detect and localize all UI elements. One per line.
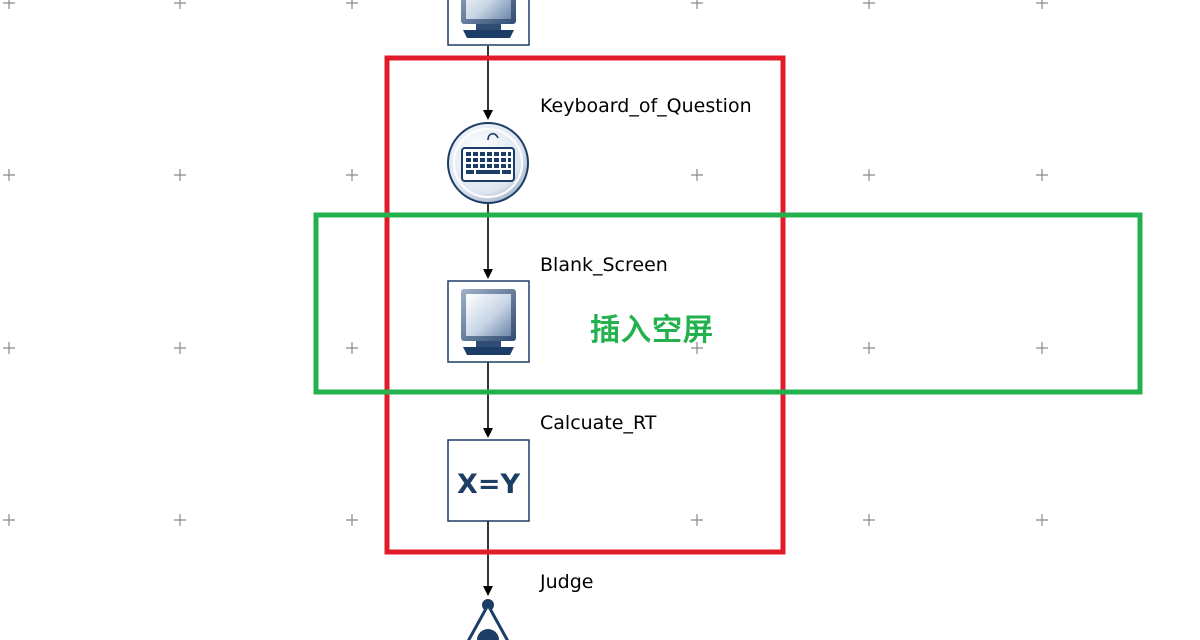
- grid-cross: [174, 169, 186, 181]
- monitor-icon: [461, 0, 516, 38]
- grid-cross: [1036, 342, 1048, 354]
- calculation-icon-text: X=Y: [457, 469, 520, 500]
- grid-cross: [174, 342, 186, 354]
- grid-cross: [174, 0, 186, 9]
- display-node-previous[interactable]: [447, 0, 530, 46]
- grid-cross: [863, 342, 875, 354]
- grid-cross: [691, 169, 703, 181]
- grid-cross: [691, 514, 703, 526]
- grid-cross: [1036, 169, 1048, 181]
- grid-cross: [863, 169, 875, 181]
- grid-cross: [174, 514, 186, 526]
- keyboard-node[interactable]: [447, 122, 529, 204]
- grid-cross: [3, 514, 15, 526]
- judge-node[interactable]: [466, 599, 510, 640]
- grid-cross: [346, 342, 358, 354]
- blank-screen-node[interactable]: [447, 280, 530, 363]
- grid-cross: [346, 514, 358, 526]
- blank-screen-node-label: Blank_Screen: [540, 254, 668, 276]
- grid-cross: [1036, 514, 1048, 526]
- insert-blank-screen-annotation: 插入空屏: [590, 313, 714, 348]
- keyboard-node-label: Keyboard_of_Question: [540, 95, 752, 117]
- calculate-node-label: Calcuate_RT: [540, 412, 657, 434]
- grid-cross: [863, 0, 875, 9]
- green-highlight-box: [313, 212, 1143, 395]
- judge-node-label: Judge: [540, 571, 594, 593]
- grid-cross: [691, 0, 703, 9]
- grid-cross: [346, 169, 358, 181]
- calculate-node[interactable]: X=Y: [447, 439, 530, 522]
- grid-cross: [3, 169, 15, 181]
- grid-cross: [863, 514, 875, 526]
- grid-cross: [346, 0, 358, 9]
- red-highlight-box: [384, 55, 786, 555]
- grid-cross: [3, 342, 15, 354]
- grid-cross: [1036, 0, 1048, 9]
- grid-cross: [3, 0, 15, 9]
